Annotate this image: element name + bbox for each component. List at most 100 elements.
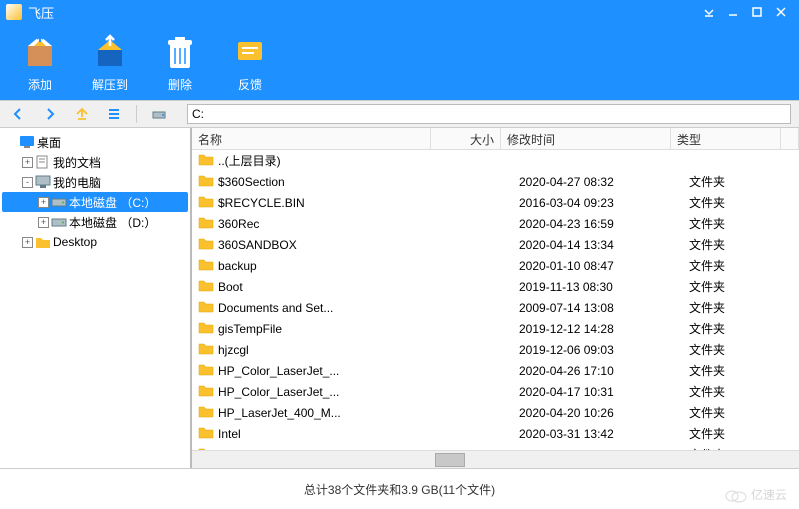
folder-tree: 桌面+我的文档 - 我的电脑 + 本地磁盘 （C:）+本地磁盘 （D:）+Desktop [0,128,192,468]
titlebar: 飞压 [0,0,799,24]
list-body[interactable]: ..(上层目录)$360Section2020-04-27 08:32文件夹$R… [192,150,799,450]
tree-expander[interactable]: + [38,217,49,228]
file-row[interactable]: $360Section2020-04-27 08:32文件夹 [192,171,799,192]
tree-item[interactable]: - 我的电脑 [2,172,188,192]
file-row[interactable]: backup2020-01-10 08:47文件夹 [192,255,799,276]
file-date: 2020-01-10 08:47 [519,259,689,273]
folder-icon [198,300,214,316]
folder-icon [35,235,51,249]
file-row[interactable]: gisTempFile2019-12-12 14:28文件夹 [192,318,799,339]
tree-item[interactable]: +Desktop [2,232,188,252]
folder-icon [198,258,214,274]
tree-item[interactable]: + 本地磁盘 （C:） [2,192,188,212]
toolbar-feedback-button[interactable]: 反馈 [230,32,270,93]
path-input[interactable]: C: [187,104,791,124]
watermark-text: 亿速云 [751,486,787,503]
file-list: 名称 大小 修改时间 类型 ..(上层目录) $360Section2020-04… [192,128,799,468]
col-scroll-spacer [781,128,799,149]
drive-icon [149,104,169,124]
file-date: 2020-04-27 08:32 [519,175,689,189]
close-button[interactable] [769,0,793,24]
file-row[interactable]: HP_Color_LaserJet_...2020-04-17 10:31文件夹 [192,381,799,402]
navbar: C: [0,100,799,128]
toolbar-label: 解压到 [92,76,128,93]
desktop-icon [19,135,35,149]
forward-button[interactable] [40,104,60,124]
file-name: HP_Color_LaserJet_... [218,385,339,399]
folder-icon [198,279,214,295]
file-type: 文件夹 [689,383,799,400]
file-name: backup [218,259,257,273]
file-type: 文件夹 [689,425,799,442]
tree-expander[interactable]: - [22,177,33,188]
file-name: Intel [218,427,241,441]
file-name: Boot [218,280,243,294]
folder-icon [198,405,214,421]
file-row[interactable]: HP_Color_LaserJet_...2020-04-26 17:10文件夹 [192,360,799,381]
file-type: 文件夹 [689,194,799,211]
app-logo-icon [6,4,22,20]
file-row[interactable]: ..(上层目录) [192,150,799,171]
tree-label: 我的电脑 [53,174,101,191]
file-row[interactable]: hjzcgl2019-12-06 09:03文件夹 [192,339,799,360]
list-view-button[interactable] [104,104,124,124]
path-text: C: [192,107,204,121]
col-size[interactable]: 大小 [431,128,501,149]
file-type: 文件夹 [689,215,799,232]
file-name: 360Rec [218,217,259,231]
file-name: HP_Color_LaserJet_... [218,364,339,378]
file-date: 2016-03-04 09:23 [519,196,689,210]
col-name[interactable]: 名称 [192,128,431,149]
file-name: Documents and Set... [218,301,333,315]
tree-label: 本地磁盘 （C:） [69,194,156,211]
main-toolbar: 添加解压到 删除 反馈 [0,24,799,100]
file-row[interactable]: Documents and Set... 2009-07-14 13:08文件夹 [192,297,799,318]
toolbar-label: 删除 [168,76,192,93]
tree-item[interactable]: 桌面 [2,132,188,152]
file-name: ..(上层目录) [218,152,281,169]
file-type: 文件夹 [689,173,799,190]
file-date: 2020-04-14 13:34 [519,238,689,252]
toolbar-delete-button[interactable]: 删除 [160,32,200,93]
toolbar-label: 反馈 [238,76,262,93]
file-type: 文件夹 [689,299,799,316]
file-date: 2019-11-13 08:30 [519,280,689,294]
col-type[interactable]: 类型 [671,128,781,149]
col-date[interactable]: 修改时间 [501,128,671,149]
tree-item[interactable]: +我的文档 [2,152,188,172]
folder-icon [198,384,214,400]
status-text: 总计38个文件夹和3.9 GB(11个文件) [304,481,495,498]
folder-icon [198,426,214,442]
folder-icon [198,174,214,190]
file-name: hjzcgl [218,343,249,357]
file-row[interactable]: HP_LaserJet_400_M...2020-04-20 10:26文件夹 [192,402,799,423]
folder-icon [198,216,214,232]
tree-expander[interactable]: + [22,237,33,248]
tree-item[interactable]: +本地磁盘 （D:） [2,212,188,232]
file-date: 2009-07-14 13:08 [519,301,689,315]
file-name: 360SANDBOX [218,238,297,252]
up-button[interactable] [72,104,92,124]
back-button[interactable] [8,104,28,124]
file-row[interactable]: $RECYCLE.BIN 2016-03-04 09:23文件夹 [192,192,799,213]
maximize-button[interactable] [745,0,769,24]
main-area: 桌面+我的文档 - 我的电脑 + 本地磁盘 （C:）+本地磁盘 （D:）+Desktop… [0,128,799,469]
dropdown-button[interactable] [697,0,721,24]
folder-icon [198,342,214,358]
toolbar-add-button[interactable]: 添加 [20,32,60,93]
horizontal-scrollbar[interactable] [192,450,799,468]
file-row[interactable]: 360SANDBOX2020-04-14 13:34文件夹 [192,234,799,255]
file-date: 2020-04-26 17:10 [519,364,689,378]
tree-expander[interactable]: + [22,157,33,168]
tree-expander[interactable]: + [38,197,49,208]
file-date: 2019-12-06 09:03 [519,343,689,357]
toolbar-extract-button[interactable]: 解压到 [90,32,130,93]
delete-icon [160,32,200,72]
file-type: 文件夹 [689,278,799,295]
file-row[interactable]: 360Rec2020-04-23 16:59文件夹 [192,213,799,234]
minimize-button[interactable] [721,0,745,24]
file-row[interactable]: Intel2020-03-31 13:42文件夹 [192,423,799,444]
file-row[interactable]: Boot 2019-11-13 08:30文件夹 [192,276,799,297]
pc-icon [35,175,51,189]
file-name: $RECYCLE.BIN [218,196,305,210]
